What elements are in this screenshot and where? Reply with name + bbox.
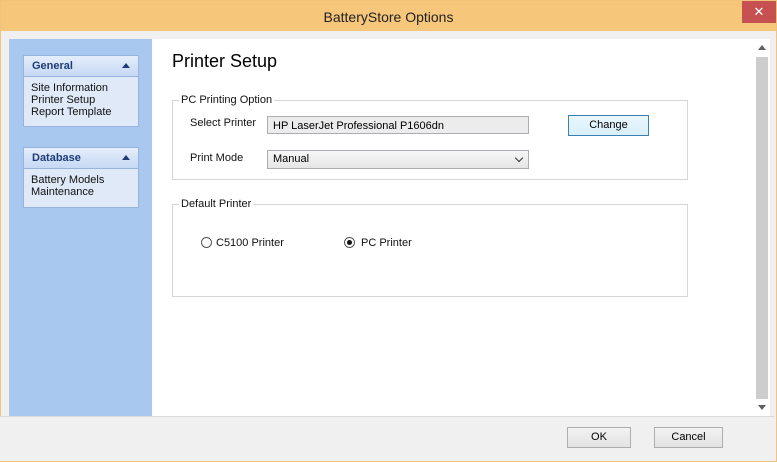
nav-item-report-template[interactable]: Report Template xyxy=(31,106,132,118)
chevron-up-icon xyxy=(122,155,130,160)
ok-button[interactable]: OK xyxy=(567,427,631,448)
nav-group-database: Database Battery Models Maintenance xyxy=(23,147,139,208)
chevron-up-icon xyxy=(122,63,130,68)
print-mode-value: Manual xyxy=(273,153,310,165)
change-printer-button[interactable]: Change xyxy=(568,115,649,136)
nav-item-printer-setup[interactable]: Printer Setup xyxy=(31,94,132,106)
radio-selected-dot xyxy=(347,240,352,245)
c5100-printer-radio[interactable] xyxy=(201,237,212,248)
nav-item-battery-models[interactable]: Battery Models xyxy=(31,174,132,186)
default-printer-group: Default Printer xyxy=(172,198,688,297)
print-mode-label: Print Mode xyxy=(190,152,244,164)
nav-item-site-information[interactable]: Site Information xyxy=(31,82,132,94)
c5100-printer-label[interactable]: C5100 Printer xyxy=(216,237,284,249)
nav-group-title: General xyxy=(32,60,73,72)
nav-group-header-general[interactable]: General xyxy=(24,56,138,77)
nav-group-header-database[interactable]: Database xyxy=(24,148,138,169)
scroll-up-icon[interactable] xyxy=(758,45,766,50)
close-button[interactable]: ✕ xyxy=(742,1,776,23)
scrollbar-thumb[interactable] xyxy=(756,57,768,399)
nav-item-maintenance[interactable]: Maintenance xyxy=(31,186,132,198)
print-mode-select[interactable]: Manual xyxy=(267,150,529,169)
pc-printing-legend: PC Printing Option xyxy=(179,94,275,106)
default-printer-legend: Default Printer xyxy=(179,198,254,210)
page-title: Printer Setup xyxy=(172,51,278,71)
chevron-down-icon xyxy=(514,153,524,163)
select-printer-label: Select Printer xyxy=(190,117,257,129)
pc-printer-label[interactable]: PC Printer xyxy=(361,237,412,249)
cancel-button[interactable]: Cancel xyxy=(654,427,723,448)
nav-group-general: General Site Information Printer Setup R… xyxy=(23,55,139,127)
pc-printer-radio[interactable] xyxy=(344,237,355,248)
nav-group-title: Database xyxy=(32,152,81,164)
scroll-down-icon[interactable] xyxy=(758,405,766,410)
close-icon: ✕ xyxy=(753,4,765,19)
select-printer-field: HP LaserJet Professional P1606dn xyxy=(267,116,529,134)
window-title: BatteryStore Options xyxy=(323,9,454,25)
vertical-scrollbar[interactable] xyxy=(754,39,770,416)
title-bar[interactable]: BatteryStore Options ✕ xyxy=(1,1,776,31)
